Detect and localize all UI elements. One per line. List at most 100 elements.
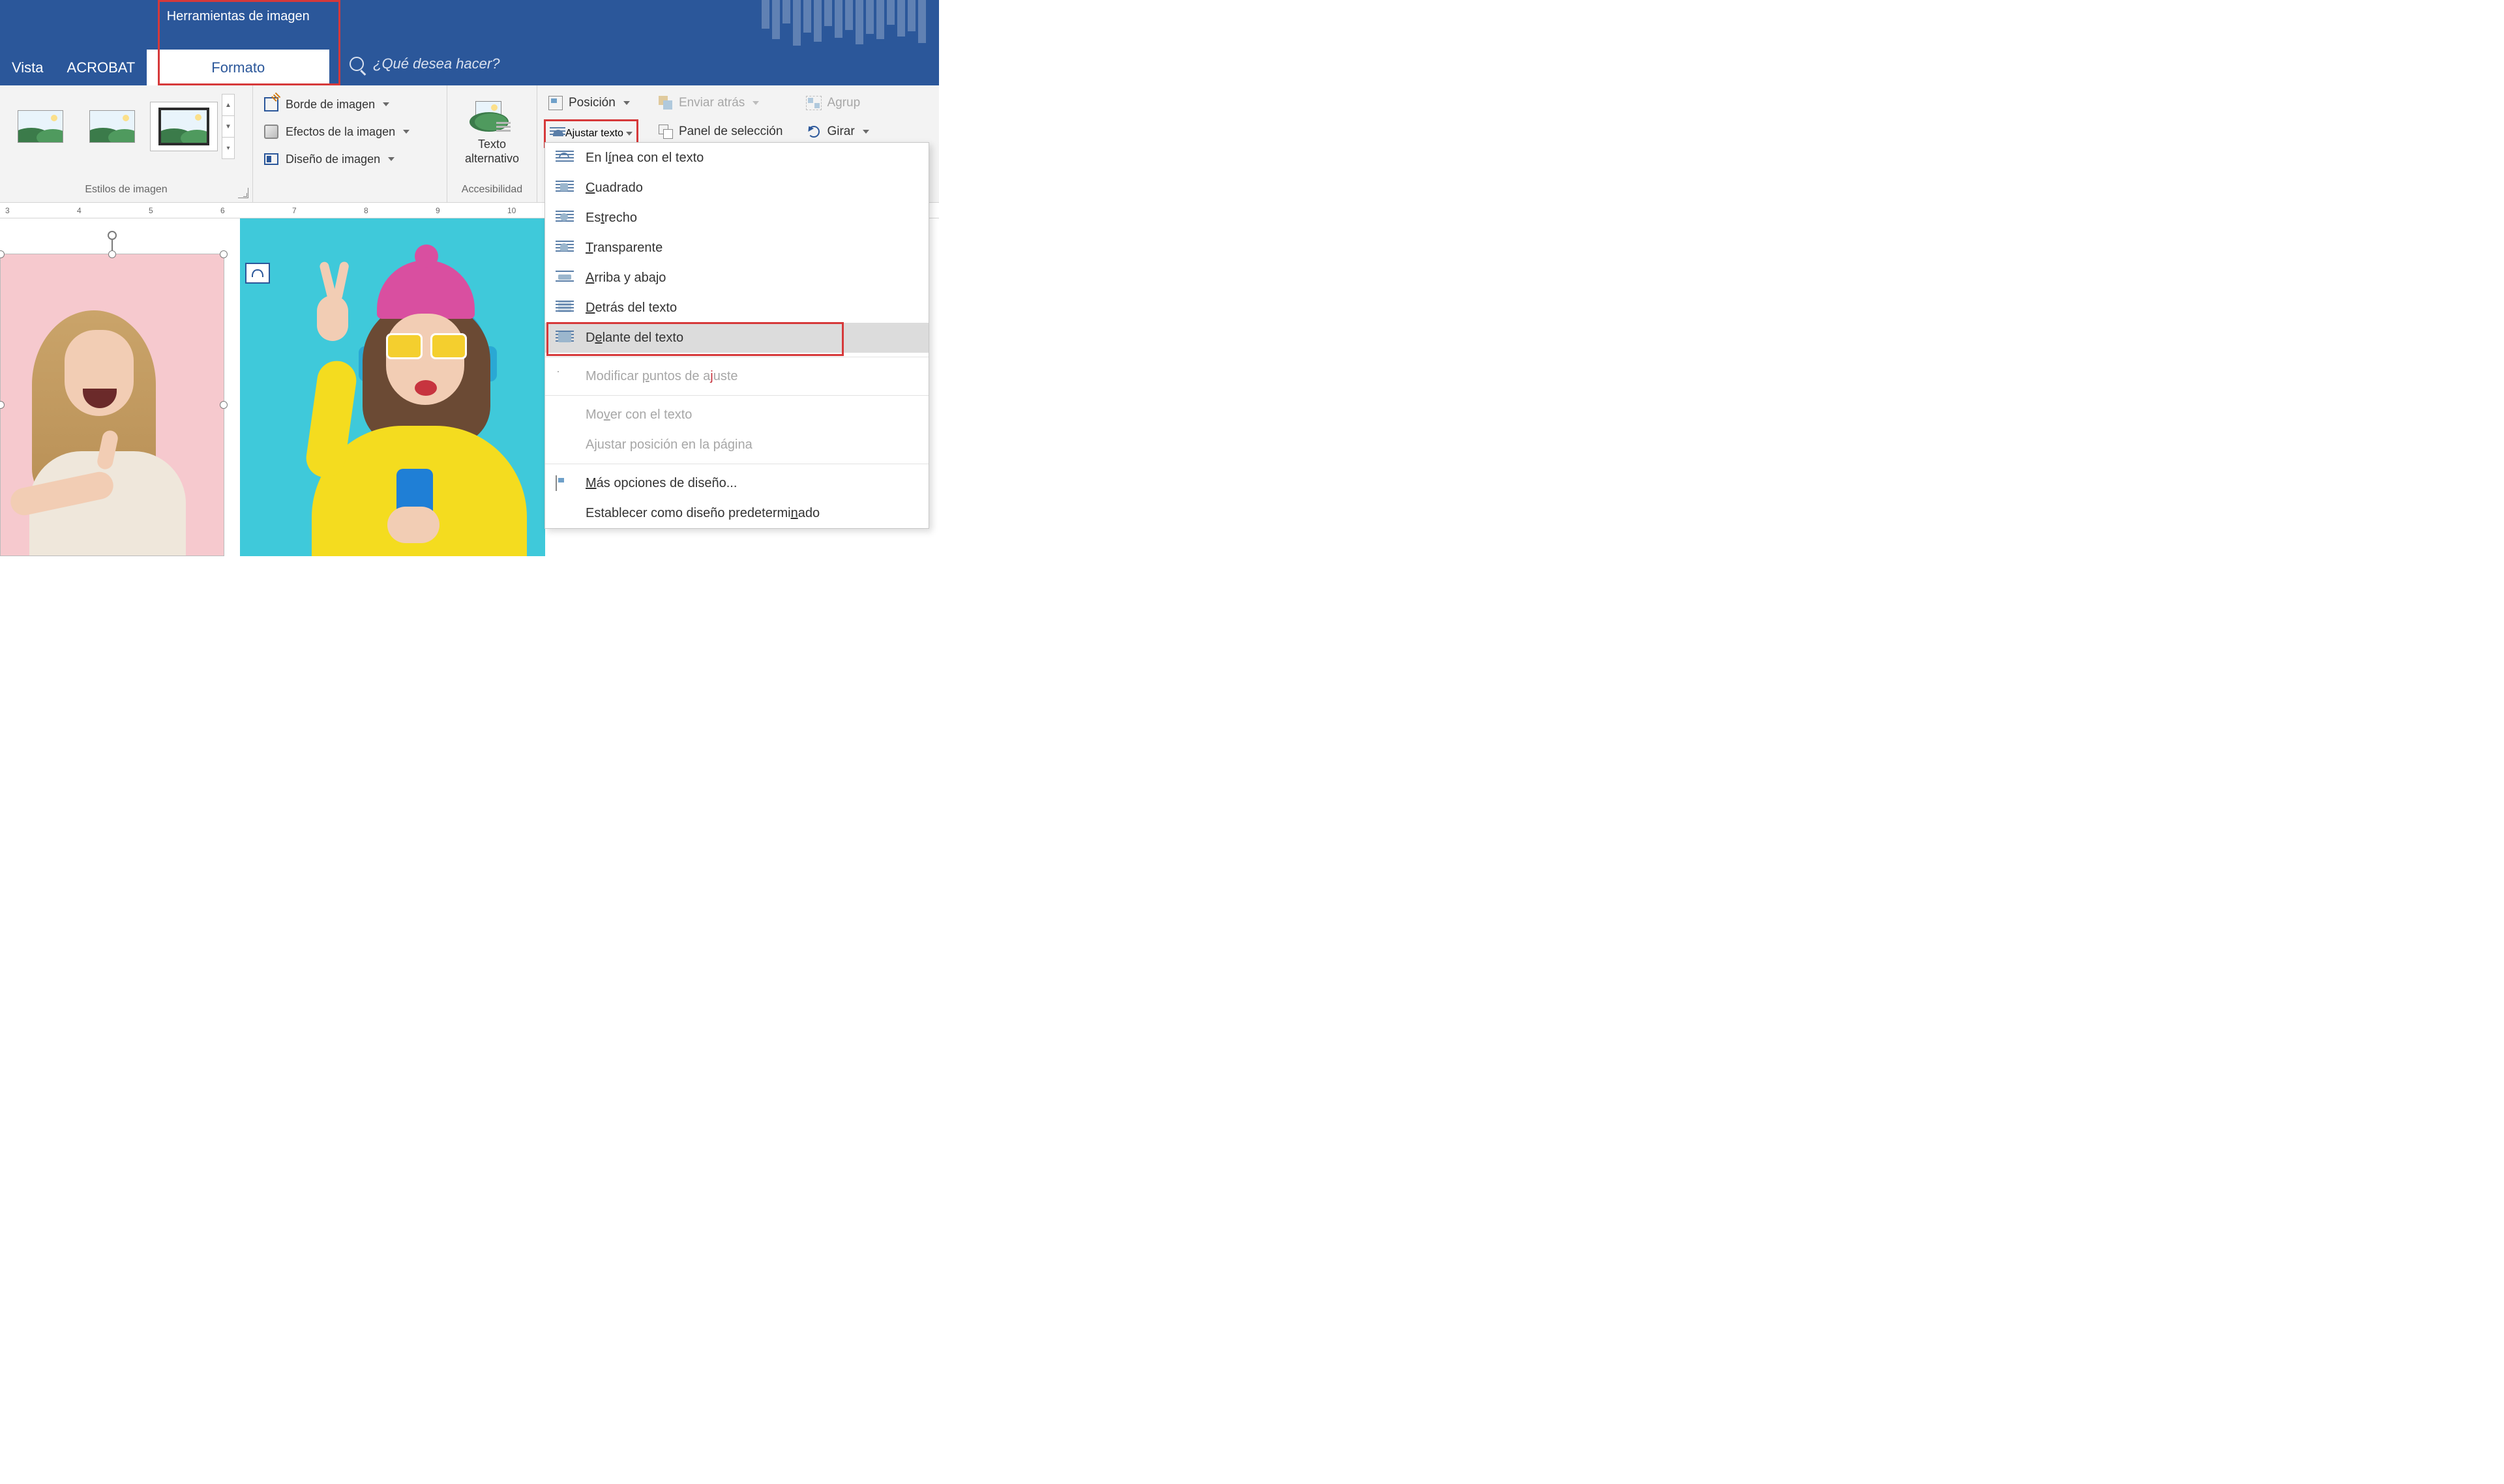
wrap-topbottom-icon xyxy=(556,271,574,285)
wrap-behind-icon xyxy=(556,301,574,315)
picture-layout-label: Diseño de imagen xyxy=(286,153,380,166)
menu-item-move-with-text: Mover con el texto xyxy=(545,400,929,430)
wrap-text-menu: En línea con el texto Cuadrado Estrecho … xyxy=(544,142,929,529)
gallery-spinner[interactable]: ▲ ▼ ▾ xyxy=(222,94,235,159)
wrap-square-icon xyxy=(556,181,574,195)
send-backward-icon xyxy=(658,95,674,111)
menu-item-label: Arriba y abajo xyxy=(586,271,666,286)
chevron-down-icon xyxy=(388,157,395,161)
ruler-mark: 9 xyxy=(436,203,440,218)
alt-text-line1: Texto xyxy=(465,138,519,152)
group-label-styles: Estilos de imagen xyxy=(7,184,246,200)
menu-item-label: Establecer como diseño predeterminado xyxy=(586,506,820,521)
resize-handle[interactable] xyxy=(0,250,5,258)
selection-pane-button[interactable]: Panel de selección xyxy=(654,119,787,144)
resize-handle[interactable] xyxy=(0,401,5,409)
wrap-through-icon xyxy=(556,241,574,255)
menu-item-label: Estrecho xyxy=(586,211,637,226)
edit-points-icon xyxy=(556,369,574,383)
position-icon xyxy=(548,95,563,111)
menu-item-label: Ajustar posición en la página xyxy=(586,438,753,453)
menu-item-fix-position: Ajustar posición en la página xyxy=(545,430,929,460)
menu-item-label: Transparente xyxy=(586,241,663,256)
position-button[interactable]: Posición xyxy=(544,91,638,115)
selection-pane-icon xyxy=(658,124,674,140)
search-icon xyxy=(350,57,364,71)
menu-item-edit-wrap-points: Modificar puntos de ajuste xyxy=(545,361,929,391)
wrap-tight-icon xyxy=(556,211,574,225)
layout-options-button[interactable] xyxy=(245,263,270,284)
highlight-box-tab xyxy=(158,0,340,85)
titlebar-decoration xyxy=(762,0,926,46)
menu-item-label: Delante del texto xyxy=(586,331,683,346)
picture-layout-button[interactable]: Diseño de imagen xyxy=(260,145,440,173)
selection-pane-label: Panel de selección xyxy=(679,125,783,139)
menu-item-inline[interactable]: En línea con el texto xyxy=(545,143,929,173)
menu-item-label: Cuadrado xyxy=(586,181,643,196)
blank-icon xyxy=(556,438,574,452)
chevron-down-icon xyxy=(383,102,389,106)
menu-separator xyxy=(545,395,929,396)
style-thumb-1[interactable] xyxy=(7,102,74,151)
alt-text-line2: alternativo xyxy=(465,152,519,166)
rotate-handle-icon[interactable] xyxy=(108,231,117,240)
ruler-mark: 8 xyxy=(364,203,368,218)
image-2[interactable] xyxy=(240,218,545,556)
wrap-inline-icon xyxy=(556,151,574,165)
rotate-icon xyxy=(806,124,822,140)
menu-item-infront-text[interactable]: Delante del texto xyxy=(545,323,929,353)
chevron-down-icon xyxy=(753,101,759,105)
tab-vista[interactable]: Vista xyxy=(0,50,55,85)
group-label: Agrup xyxy=(827,96,860,110)
group-icon xyxy=(806,95,822,111)
menu-item-square[interactable]: Cuadrado xyxy=(545,173,929,203)
menu-item-behind-text[interactable]: Detrás del texto xyxy=(545,293,929,323)
picture-border-icon xyxy=(262,95,280,113)
tab-acrobat[interactable]: ACROBAT xyxy=(55,50,147,85)
tell-me-search[interactable]: ¿Qué desea hacer? xyxy=(350,55,499,72)
wrap-arc-icon xyxy=(252,269,263,277)
menu-item-label: Detrás del texto xyxy=(586,301,677,316)
styles-gallery[interactable]: ▲ ▼ ▾ xyxy=(7,91,246,162)
dialog-launcher-icon[interactable] xyxy=(238,188,248,198)
alt-text-button[interactable]: Texto alternativo xyxy=(465,138,519,166)
picture-border-button[interactable]: Borde de imagen xyxy=(260,91,440,118)
position-label: Posición xyxy=(569,96,616,110)
menu-item-tight[interactable]: Estrecho xyxy=(545,203,929,233)
menu-item-label: Modificar puntos de ajuste xyxy=(586,369,738,384)
title-bar: Vista ACROBAT Herramientas de imagen For… xyxy=(0,0,939,85)
ruler-mark: 6 xyxy=(220,203,225,218)
alt-text-icon xyxy=(474,97,511,134)
rotate-button[interactable]: Girar xyxy=(802,119,872,144)
menu-item-more-layout-options[interactable]: Más opciones de diseño... xyxy=(545,468,929,498)
wrap-text-label: Ajustar texto xyxy=(565,128,623,140)
selected-image-1[interactable] xyxy=(0,254,224,556)
group-accessibility: Texto alternativo Accesibilidad xyxy=(447,85,537,202)
group-label-accessibility: Accesibilidad xyxy=(462,184,522,200)
resize-handle[interactable] xyxy=(220,401,228,409)
gallery-down-icon[interactable]: ▼ xyxy=(222,116,234,138)
menu-item-label: Mover con el texto xyxy=(586,408,692,423)
gallery-up-icon[interactable]: ▲ xyxy=(222,95,234,116)
ruler-mark: 5 xyxy=(149,203,153,218)
send-backward-label: Enviar atrás xyxy=(679,96,745,110)
ruler-mark: 4 xyxy=(77,203,82,218)
style-thumb-2 xyxy=(78,102,146,151)
send-backward-button[interactable]: Enviar atrás xyxy=(654,91,787,115)
resize-handle[interactable] xyxy=(220,250,228,258)
gallery-more-icon[interactable]: ▾ xyxy=(222,138,234,158)
picture-effects-button[interactable]: Efectos de la imagen xyxy=(260,118,440,145)
style-thumb-3-selected[interactable] xyxy=(150,102,218,151)
menu-item-set-default-layout[interactable]: Establecer como diseño predeterminado xyxy=(545,498,929,528)
more-options-icon xyxy=(556,476,574,490)
chevron-down-icon xyxy=(403,130,410,134)
picture-layout-icon xyxy=(262,150,280,168)
chevron-down-icon xyxy=(863,130,869,134)
wrap-text-icon xyxy=(550,126,565,141)
group-objects-button[interactable]: Agrup xyxy=(802,91,872,115)
resize-handle[interactable] xyxy=(108,250,116,258)
menu-item-top-bottom[interactable]: Arriba y abajo xyxy=(545,263,929,293)
menu-item-through[interactable]: Transparente xyxy=(545,233,929,263)
ruler-mark: 3 xyxy=(5,203,10,218)
ruler-mark: 7 xyxy=(292,203,297,218)
